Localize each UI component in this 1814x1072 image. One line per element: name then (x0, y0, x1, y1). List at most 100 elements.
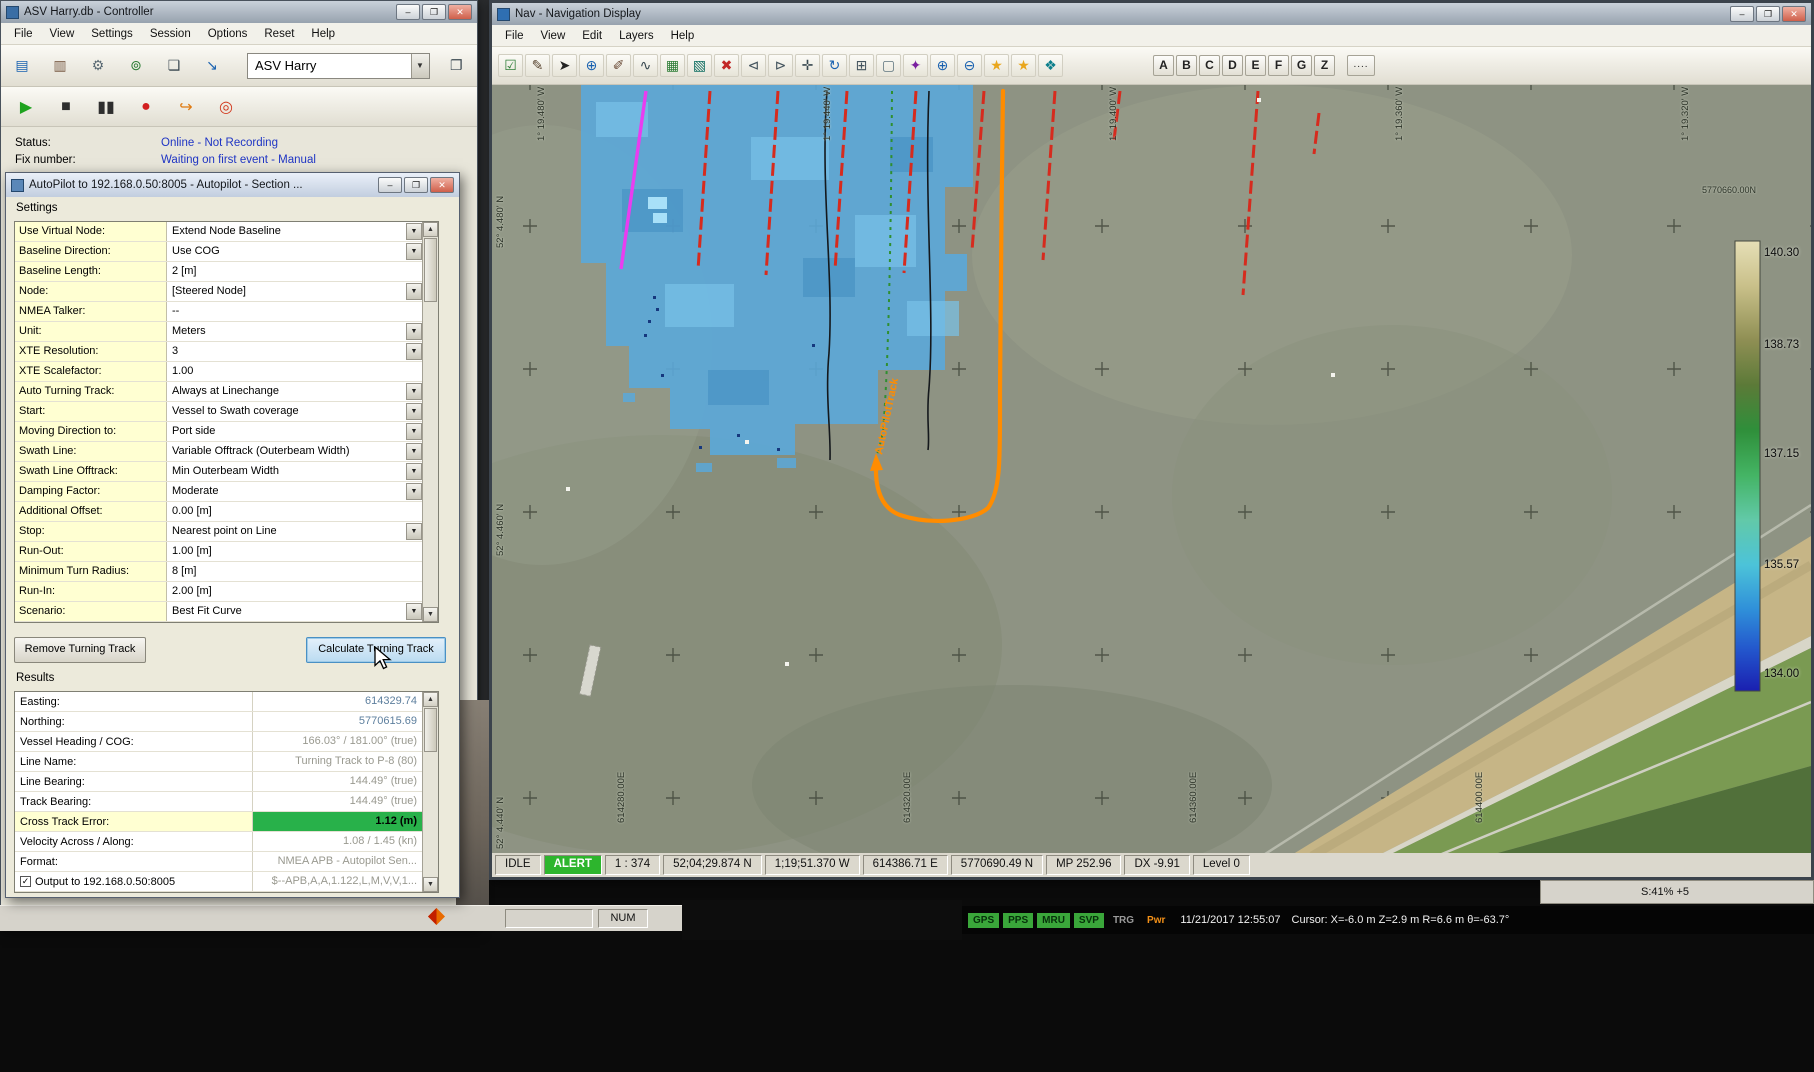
menu-item[interactable]: Session (142, 26, 199, 42)
annotate-icon[interactable]: ✐ (606, 54, 631, 77)
previous-view-icon[interactable]: ⊲ (741, 54, 766, 77)
close-button[interactable]: ✕ (430, 177, 454, 193)
setting-value[interactable]: Always at Linechange ▼ (167, 382, 422, 401)
database-icon[interactable]: ▥ (47, 54, 73, 78)
vessel-select[interactable]: ASV Harry ▼ (247, 53, 430, 79)
menu-item[interactable]: Options (200, 26, 256, 42)
next-view-icon[interactable]: ⊳ (768, 54, 793, 77)
menu-item[interactable]: Reset (256, 26, 302, 42)
chevron-down-icon[interactable]: ▼ (406, 403, 422, 420)
chevron-down-icon[interactable]: ▼ (406, 223, 422, 240)
select-area-icon[interactable]: ▢ (876, 54, 901, 77)
setting-value[interactable]: Min Outerbeam Width ▼ (167, 462, 422, 481)
maximize-button[interactable]: ❐ (1756, 6, 1780, 22)
close-button[interactable]: ✕ (1782, 6, 1806, 22)
zoom-window-icon[interactable]: ⊞ (849, 54, 874, 77)
north-arrow-icon[interactable]: ✦ (903, 54, 928, 77)
setting-value[interactable]: Nearest point on Line ▼ (167, 522, 422, 541)
bookmark-add-icon[interactable]: ★ (1011, 54, 1036, 77)
setting-value[interactable]: 0.00 [m] ▼ (167, 502, 422, 521)
more-layouts-button[interactable]: .... (1347, 55, 1375, 76)
maximize-button[interactable]: ❐ (422, 4, 446, 20)
menu-item[interactable]: File (497, 28, 532, 44)
chevron-down-icon[interactable]: ▼ (406, 523, 422, 540)
setting-value[interactable]: -- ▼ (167, 302, 422, 321)
menu-item[interactable]: Edit (574, 28, 610, 44)
settings-gear-icon[interactable]: ⚙ (85, 54, 111, 78)
record-button[interactable]: ● (133, 95, 159, 119)
scroll-down-icon[interactable]: ▼ (423, 607, 438, 622)
settings-scrollbar[interactable]: ▲ ▼ (422, 222, 438, 622)
scroll-thumb[interactable] (424, 708, 437, 752)
layout-letter-button[interactable]: C (1199, 55, 1220, 76)
close-button[interactable]: ✕ (448, 4, 472, 20)
layout-letter-button[interactable]: F (1268, 55, 1289, 76)
layout-letter-button[interactable]: A (1153, 55, 1174, 76)
zoom-out-icon[interactable]: ⊖ (957, 54, 982, 77)
layout-letter-button[interactable]: Z (1314, 55, 1335, 76)
dialog-titlebar[interactable]: AutoPilot to 192.168.0.50:8005 - Autopil… (6, 173, 459, 197)
select-check-icon[interactable]: ☑ (498, 54, 523, 77)
world-view-icon[interactable]: ⊕ (579, 54, 604, 77)
results-scrollbar[interactable]: ▲ ▼ (422, 692, 438, 892)
setting-value[interactable]: Best Fit Curve ▼ (167, 602, 422, 621)
layout-letter-button[interactable]: B (1176, 55, 1197, 76)
menu-item[interactable]: File (6, 26, 41, 42)
layout-letter-button[interactable]: G (1291, 55, 1312, 76)
remove-turning-track-button[interactable]: Remove Turning Track (14, 637, 146, 663)
maximize-button[interactable]: ❐ (404, 177, 428, 193)
scroll-down-icon[interactable]: ▼ (423, 877, 438, 892)
setting-value[interactable]: 2.00 [m] ▼ (167, 582, 422, 601)
chevron-down-icon[interactable]: ▼ (406, 463, 422, 480)
bookmark-view-icon[interactable]: ★ (984, 54, 1009, 77)
menu-item[interactable]: Help (663, 28, 703, 44)
chevron-down-icon[interactable]: ▼ (406, 423, 422, 440)
nav-titlebar[interactable]: Nav - Navigation Display – ❐ ✕ (492, 3, 1811, 25)
setting-value[interactable]: Extend Node Baseline ▼ (167, 222, 422, 241)
menu-item[interactable]: View (42, 26, 83, 42)
chevron-down-icon[interactable]: ▼ (406, 603, 422, 620)
setting-value[interactable]: 1.00 [m] ▼ (167, 542, 422, 561)
menu-item[interactable]: Settings (83, 26, 141, 42)
scroll-up-icon[interactable]: ▲ (423, 692, 438, 707)
start-button[interactable]: ▶ (13, 95, 39, 119)
map-view[interactable]: AutoPilotTrack 52° 4.480' N52° 4.460' N5… (492, 85, 1811, 856)
setting-value[interactable]: Port side ▼ (167, 422, 422, 441)
help-lifebuoy-button[interactable]: ◎ (213, 95, 239, 119)
setting-value[interactable]: Use COG ▼ (167, 242, 422, 261)
scroll-thumb[interactable] (424, 238, 437, 302)
chevron-down-icon[interactable]: ▼ (406, 243, 422, 260)
setting-value[interactable]: Moderate ▼ (167, 482, 422, 501)
chevron-down-icon[interactable]: ▼ (406, 383, 422, 400)
delete-object-icon[interactable]: ✖ (714, 54, 739, 77)
menu-item[interactable]: View (533, 28, 574, 44)
chevron-down-icon[interactable]: ▼ (411, 54, 429, 78)
chevron-down-icon[interactable]: ▼ (406, 323, 422, 340)
chevron-down-icon[interactable]: ▼ (406, 343, 422, 360)
menu-item[interactable]: Layers (611, 28, 662, 44)
pan-view-icon[interactable]: ✛ (795, 54, 820, 77)
minimize-button[interactable]: – (378, 177, 402, 193)
chevron-down-icon[interactable]: ▼ (406, 483, 422, 500)
layout-letter-button[interactable]: D (1222, 55, 1243, 76)
setting-value[interactable]: [Steered Node] ▼ (167, 282, 422, 301)
minimize-button[interactable]: – (1730, 6, 1754, 22)
pointer-select-icon[interactable]: ➤ (552, 54, 577, 77)
displays-icon[interactable]: ❏ (161, 54, 187, 78)
save-project-icon[interactable]: ▤ (9, 54, 35, 78)
minimize-button[interactable]: – (396, 4, 420, 20)
stop-button[interactable]: ■ (53, 95, 79, 119)
zoom-in-icon[interactable]: ⊕ (930, 54, 955, 77)
setting-value[interactable]: Variable Offtrack (Outerbeam Width) ▼ (167, 442, 422, 461)
controller-titlebar[interactable]: ASV Harry.db - Controller – ❐ ✕ (1, 1, 477, 23)
setting-value[interactable]: Meters ▼ (167, 322, 422, 341)
scroll-up-icon[interactable]: ▲ (423, 222, 438, 237)
setting-value[interactable]: 8 [m] ▼ (167, 562, 422, 581)
chevron-down-icon[interactable]: ▼ (406, 283, 422, 300)
hatched-layer-icon[interactable]: ▧ (687, 54, 712, 77)
chevron-down-icon[interactable]: ▼ (406, 443, 422, 460)
output-checkbox[interactable]: ✓ (20, 876, 31, 887)
coverage-grid-icon[interactable]: ▦ (660, 54, 685, 77)
setting-value[interactable]: 3 ▼ (167, 342, 422, 361)
color-layers-icon[interactable]: ❖ (1038, 54, 1063, 77)
